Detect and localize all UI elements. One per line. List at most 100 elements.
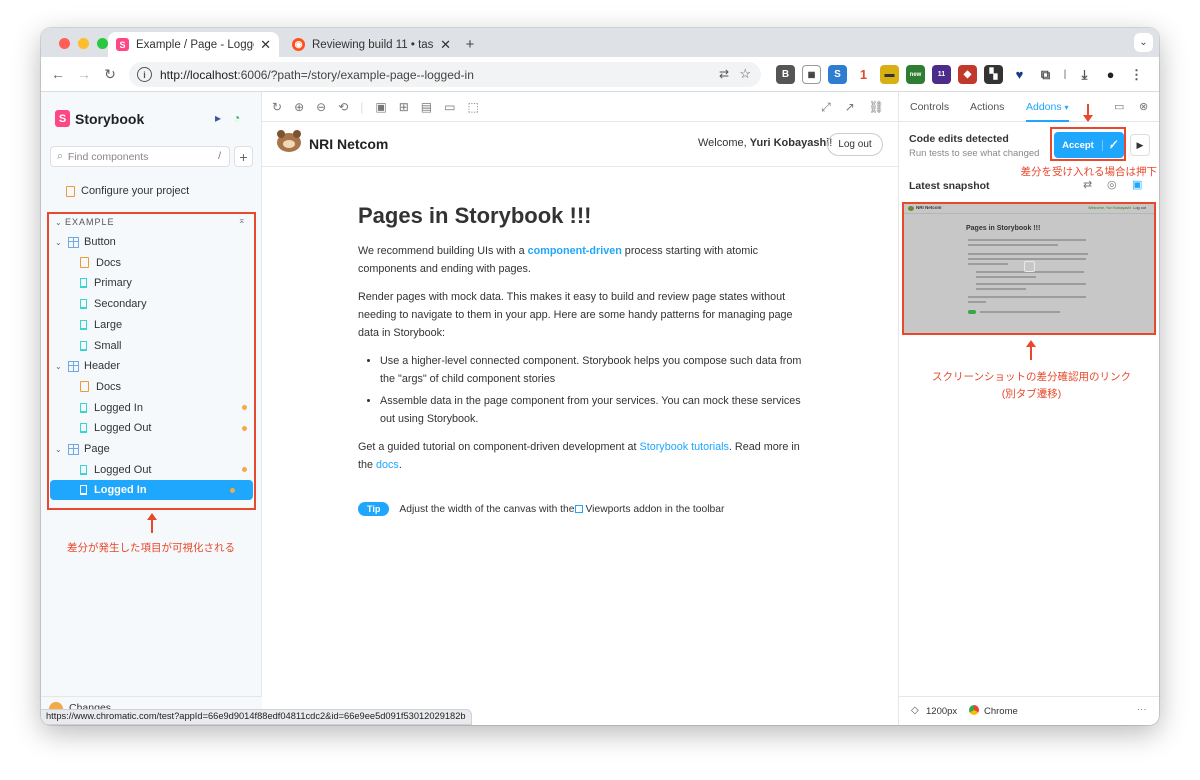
extension-qr-icon[interactable]: ▦ [802, 65, 821, 84]
tab-storybook[interactable]: S Example / Page - Logged In · ✕ [108, 32, 279, 57]
switch-icon[interactable]: ⇄ [1083, 178, 1092, 191]
extension-s-icon[interactable]: S [828, 65, 847, 84]
panel-tabs: Controls Actions Addons ▾ ▭ ⊗ [899, 92, 1159, 122]
thumbnail-logout: Log out [1133, 206, 1146, 210]
tab-search-button[interactable]: ⌄ [1134, 33, 1153, 52]
page-heading: Pages in Storybook !!! [358, 203, 592, 228]
run-tests-button[interactable]: ▶ [1130, 134, 1150, 156]
page-content: Pages in Storybook !!! We recommend buil… [358, 202, 808, 484]
close-panel-icon[interactable]: ⊗ [1139, 100, 1148, 113]
extension-new-badge[interactable]: new [906, 65, 925, 84]
thumbnail-line [968, 253, 1088, 255]
search-shortcut: / [218, 150, 221, 162]
tab-actions[interactable]: Actions [970, 101, 1004, 113]
viewport-icon[interactable]: ▤ [421, 100, 432, 114]
logout-button[interactable]: Log out [827, 133, 883, 156]
outline-icon[interactable]: ⬚ [467, 100, 478, 114]
profile-icon[interactable]: ● [1101, 65, 1120, 84]
search-placeholder: Find components [67, 150, 149, 163]
tree-annotation: 差分が発生した項目が可視化される [67, 542, 235, 554]
reload-story-icon[interactable]: ↻ [272, 100, 282, 114]
copy-link-icon[interactable]: ⛓ [869, 100, 884, 115]
tip-text-end: Viewports addon in the toolbar [585, 503, 725, 515]
background-icon[interactable]: ▣ [375, 100, 386, 114]
grid-icon[interactable]: ⊞ [399, 100, 409, 114]
window-controls [59, 38, 108, 49]
close-tab-icon[interactable]: ✕ [440, 37, 451, 53]
list-item: Use a higher-level connected component. … [380, 352, 808, 388]
tab-addons[interactable]: Addons ▾ [1026, 101, 1069, 122]
tab-controls[interactable]: Controls [910, 101, 949, 113]
reload-icon[interactable]: ↻ [97, 66, 123, 83]
component-driven-link[interactable]: component-driven [528, 245, 622, 257]
viewport-diamond-icon: ◇ [911, 705, 919, 716]
extension-b-icon[interactable]: B [776, 65, 795, 84]
panel-layout-icon[interactable]: ▭ [1114, 100, 1124, 113]
sidebar: S Storybook ▸ ◔ ⌕ Find components / + Co… [41, 92, 262, 725]
thumbnail-line [976, 288, 1026, 290]
snapshot-annotation-line: (別タブ遷移) [1001, 387, 1062, 400]
extension-folder-icon[interactable]: ▬ [880, 65, 899, 84]
whats-new-icon[interactable]: ▸ [215, 111, 221, 125]
snapshot-annotation: スクリーンショットの差分確認用のリンク (別タブ遷移) [919, 369, 1144, 403]
accept-button[interactable]: Accept ✓̸ [1054, 132, 1124, 158]
close-window-button[interactable] [59, 38, 70, 49]
measure-icon[interactable]: ▭ [444, 100, 455, 114]
zoom-in-icon[interactable]: ⊕ [294, 100, 304, 114]
zoom-out-icon[interactable]: ⊖ [316, 100, 326, 114]
minimize-window-button[interactable] [78, 38, 89, 49]
paragraph-tutorial: Get a guided tutorial on component-drive… [358, 438, 808, 474]
address-bar[interactable]: i http://localhost:6006/?path=/story/exa… [129, 62, 761, 87]
accept-label: Accept [1062, 139, 1094, 151]
storybook-logo-icon: S [55, 110, 70, 127]
zoom-window-button[interactable] [97, 38, 108, 49]
settings-icon[interactable]: ◔ [233, 111, 240, 125]
thumbnail-line [968, 244, 1058, 246]
thumbnail-brand: NRI Netcom [916, 205, 942, 210]
snapshot-thumbnail[interactable]: NRI Netcom Welcome, Yuri Kobayashi Log o… [902, 202, 1156, 335]
baseline-icon[interactable]: ▣ [1132, 178, 1142, 191]
browser-name[interactable]: Chrome [984, 706, 1018, 717]
more-options-icon[interactable]: ··· [1137, 704, 1147, 715]
extension-eleven-badge[interactable]: 11 [932, 65, 951, 84]
download-icon[interactable]: ⤓ [1075, 65, 1094, 84]
storybook-tutorials-link[interactable]: Storybook tutorials [640, 441, 729, 453]
extension-red-icon[interactable]: ◆ [958, 65, 977, 84]
extension-badge-count[interactable]: 1 [854, 65, 873, 84]
translate-icon[interactable]: ⇄ [719, 67, 729, 81]
thumbnail-edit-icon [1024, 261, 1035, 272]
accept-all-icon[interactable]: ✓̸ [1102, 139, 1124, 151]
extension-dark-icon[interactable]: ▚ [984, 65, 1003, 84]
extension-heart-icon[interactable]: ♥ [1010, 65, 1029, 84]
site-info-icon[interactable]: i [137, 67, 152, 82]
docs-link[interactable]: docs [376, 459, 399, 471]
preview-brand: NRI Netcom [309, 136, 389, 152]
tip-text: Adjust the width of the canvas with the [399, 503, 575, 515]
bookmark-star-icon[interactable]: ☆ [739, 66, 751, 82]
thumbnail-welcome-text: Welcome, Yuri Kobayashi [1088, 206, 1132, 210]
tab-title: Reviewing build 11 • taskbox [312, 38, 434, 51]
intro-text: We recommend building UIs with a [358, 245, 528, 257]
tab-chromatic[interactable]: ◉ Reviewing build 11 • taskbox ✕ [284, 32, 459, 57]
arrow-up-icon [1026, 340, 1036, 360]
list-item: Assemble data in the page component from… [380, 392, 808, 428]
close-tab-icon[interactable]: ✕ [260, 37, 271, 53]
tip-row: Tip Adjust the width of the canvas with … [358, 502, 724, 516]
diff-icon[interactable]: ◎ [1107, 178, 1117, 191]
code-edits-subtitle: Run tests to see what changed [909, 148, 1040, 159]
create-story-button[interactable]: + [234, 146, 253, 167]
extensions-bar: B ▦ S 1 ▬ new 11 ◆ ▚ ♥ ⧉ | ⤓ ● ⋮ [776, 65, 1146, 84]
browser-menu-icon[interactable]: ⋮ [1127, 65, 1146, 84]
viewport-size[interactable]: 1200px [926, 706, 957, 717]
new-tab-button[interactable]: + [460, 34, 480, 54]
zoom-reset-icon[interactable]: ⟲ [338, 100, 348, 114]
search-input[interactable]: ⌕ Find components / [50, 146, 230, 167]
bear-logo-icon [277, 130, 301, 152]
configure-project-link[interactable]: Configure your project [66, 185, 189, 197]
back-arrow-icon[interactable]: ← [45, 66, 71, 82]
storybook-logo[interactable]: S Storybook [55, 110, 144, 127]
forward-arrow-icon[interactable]: → [71, 66, 97, 82]
open-new-tab-icon[interactable]: ↗ [845, 100, 855, 115]
fullscreen-icon[interactable]: ⤢ [821, 100, 831, 115]
extensions-puzzle-icon[interactable]: ⧉ [1036, 65, 1055, 84]
